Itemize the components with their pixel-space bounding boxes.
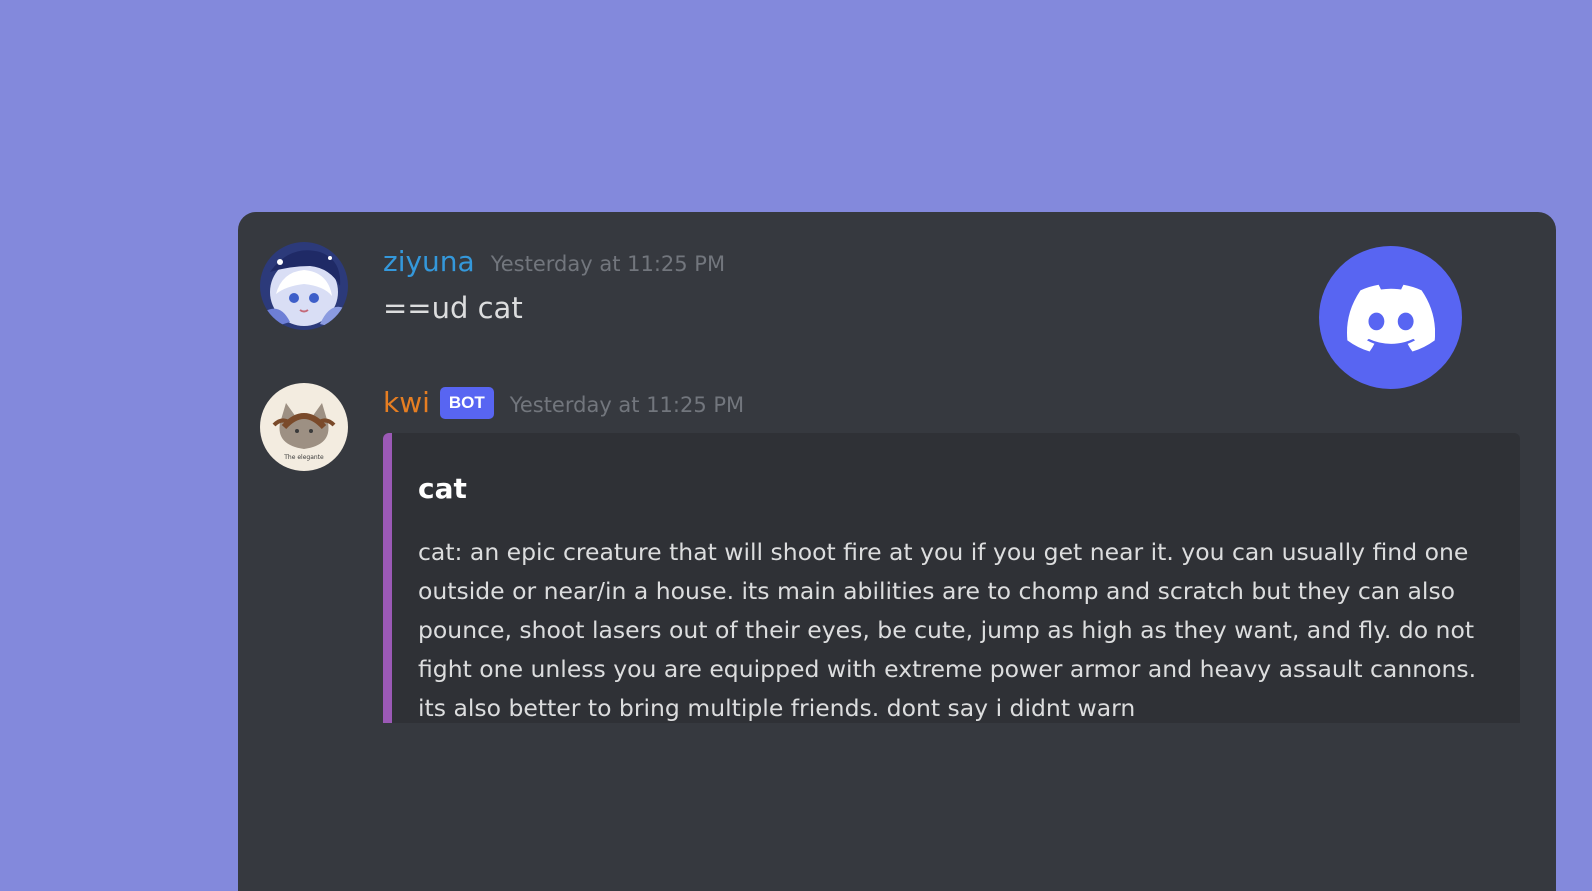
embed-description: cat: an epic creature that will shoot fi… — [418, 538, 1477, 722]
discord-logo — [1319, 246, 1462, 389]
username[interactable]: ziyuna — [383, 242, 475, 282]
chat-card: ziyuna Yesterday at 11:25 PM ==ud cat Th… — [238, 212, 1556, 891]
embed: cat cat: an epic creature that will shoo… — [383, 433, 1520, 723]
embed-title: cat — [418, 472, 467, 505]
avatar-caption: The elegante — [283, 454, 324, 461]
timestamp: Yesterday at 11:25 PM — [490, 252, 726, 276]
timestamp: Yesterday at 11:25 PM — [509, 393, 745, 417]
cat-avatar-icon: The elegante — [260, 383, 348, 471]
avatar-ziyuna[interactable] — [260, 242, 348, 330]
message-body: kwi BOT Yesterday at 11:25 PM cat cat: a… — [383, 383, 1526, 723]
bot-badge: BOT — [439, 387, 494, 419]
discord-logo-icon — [1346, 284, 1435, 352]
username[interactable]: kwi — [383, 383, 430, 423]
message-header: kwi BOT Yesterday at 11:25 PM — [383, 383, 1526, 423]
avatar-kwi[interactable]: The elegante — [260, 383, 348, 471]
anime-avatar-icon — [260, 242, 348, 330]
